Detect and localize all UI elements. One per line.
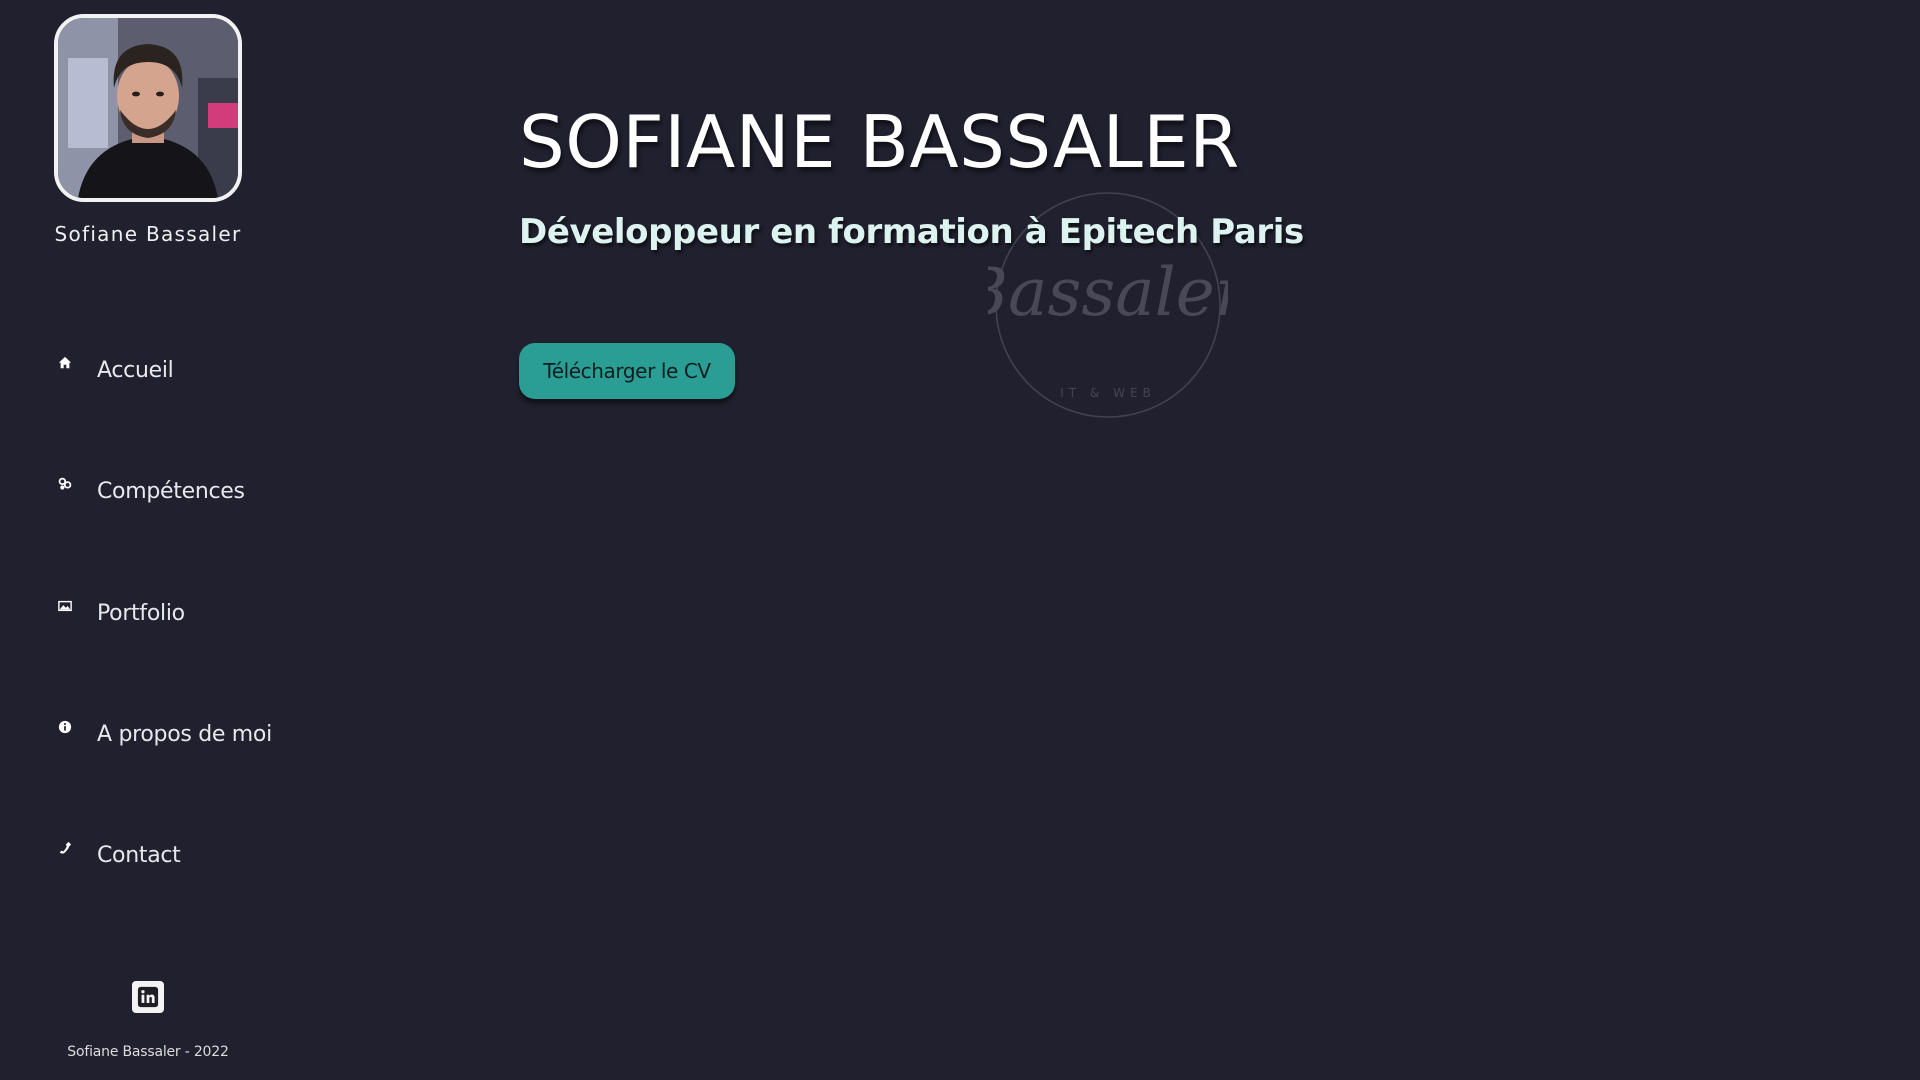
logo-wordmark: Bassaler [988, 254, 1228, 331]
linkedin-icon [137, 986, 159, 1008]
avatar [54, 14, 242, 202]
image-icon [56, 597, 74, 615]
sidebar: Sofiane Bassaler Accueil Compétences Por… [0, 0, 300, 1080]
logo-tagline: IT & WEB [1060, 386, 1156, 400]
nav-item-a-propos[interactable]: A propos de moi [56, 714, 272, 754]
nav-item-competences[interactable]: Compétences [56, 471, 245, 511]
linkedin-link[interactable] [132, 981, 164, 1013]
nav-label-contact: Contact [97, 842, 181, 868]
nav-label-competences: Compétences [97, 478, 245, 504]
nav-item-portfolio[interactable]: Portfolio [56, 593, 185, 633]
hero-subtitle: Développeur en formation à Epitech Paris [519, 212, 1304, 252]
nav-item-contact[interactable]: Contact [56, 835, 181, 875]
hero-title: SOFIANE BASSALER [519, 100, 1240, 184]
info-icon [56, 718, 74, 736]
phone-icon [56, 839, 74, 857]
footer-copyright: Sofiane Bassaler - 2022 [67, 1044, 229, 1060]
nav-label-portfolio: Portfolio [97, 600, 185, 626]
nav-item-accueil[interactable]: Accueil [56, 350, 174, 390]
profile-name: Sofiane Bassaler [54, 222, 242, 246]
skills-icon [56, 475, 74, 493]
avatar-photo [58, 18, 238, 198]
download-cv-button[interactable]: Télécharger le CV [519, 343, 735, 399]
nav-label-accueil: Accueil [97, 357, 174, 383]
nav-label-a-propos: A propos de moi [97, 721, 272, 747]
page: Sofiane Bassaler Accueil Compétences Por… [0, 0, 1920, 1080]
home-icon [56, 354, 74, 372]
